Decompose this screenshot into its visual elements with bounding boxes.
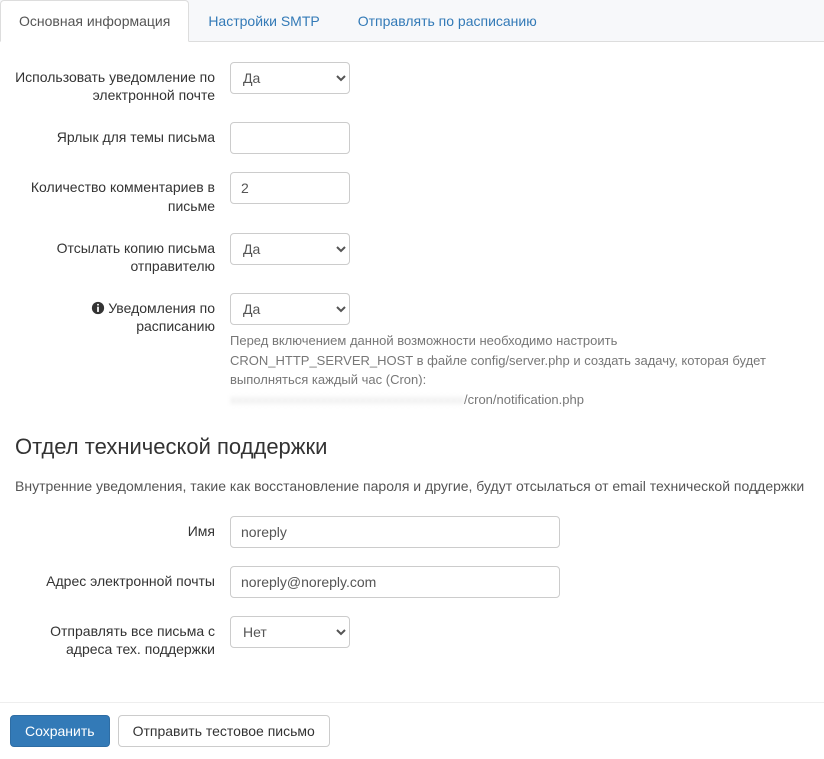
help-scheduled-tail: /cron/notification.php: [464, 392, 584, 407]
label-send-copy: Отсылать копию письма отправителю: [15, 233, 230, 275]
select-scheduled[interactable]: Да: [230, 293, 350, 325]
label-support-name: Имя: [15, 516, 230, 540]
send-test-button[interactable]: Отправить тестовое письмо: [118, 715, 330, 747]
info-icon: [91, 301, 105, 315]
input-support-email[interactable]: [230, 566, 560, 598]
input-comments-count[interactable]: [230, 172, 350, 204]
select-send-all-from-support[interactable]: Нет: [230, 616, 350, 648]
row-support-email: Адрес электронной почты: [15, 566, 809, 598]
help-scheduled: Перед включением данной возможности необ…: [230, 331, 790, 409]
label-comments-count: Количество комментариев в письме: [15, 172, 230, 214]
input-subject-prefix[interactable]: [230, 122, 350, 154]
tab-main-info[interactable]: Основная информация: [0, 0, 189, 42]
tabs-bar: Основная информация Настройки SMTP Отпра…: [0, 0, 824, 42]
row-support-name: Имя: [15, 516, 809, 548]
support-section-title: Отдел технической поддержки: [15, 434, 809, 460]
footer-bar: Сохранить Отправить тестовое письмо: [0, 702, 824, 759]
help-scheduled-line1: Перед включением данной возможности необ…: [230, 333, 766, 387]
label-scheduled: Уведомления по расписанию: [15, 293, 230, 335]
select-use-email-notification[interactable]: Да: [230, 62, 350, 94]
row-subject-prefix: Ярлык для темы письма: [15, 122, 809, 154]
form-panel: Использовать уведомление по электронной …: [0, 42, 824, 702]
support-section-desc: Внутренние уведомления, такие как восста…: [15, 478, 809, 494]
row-scheduled: Уведомления по расписанию Да Перед включ…: [15, 293, 809, 409]
row-send-all-from-support: Отправлять все письма с адреса тех. подд…: [15, 616, 809, 658]
row-use-email-notification: Использовать уведомление по электронной …: [15, 62, 809, 104]
label-support-email: Адрес электронной почты: [15, 566, 230, 590]
save-button[interactable]: Сохранить: [10, 715, 110, 747]
label-subject-prefix: Ярлык для темы письма: [15, 122, 230, 146]
label-send-all-from-support: Отправлять все письма с адреса тех. подд…: [15, 616, 230, 658]
tab-schedule-send[interactable]: Отправлять по расписанию: [339, 0, 556, 41]
tab-smtp-settings[interactable]: Настройки SMTP: [189, 0, 338, 41]
label-scheduled-text: Уведомления по расписанию: [108, 300, 215, 334]
label-use-email-notification: Использовать уведомление по электронной …: [15, 62, 230, 104]
row-send-copy: Отсылать копию письма отправителю Да: [15, 233, 809, 275]
select-send-copy[interactable]: Да: [230, 233, 350, 265]
help-scheduled-blurred: xxxxxxxxxxxxxxxxxxxxxxxxxxxxxxxxxxxx: [230, 392, 464, 407]
row-comments-count: Количество комментариев в письме: [15, 172, 809, 214]
input-support-name[interactable]: [230, 516, 560, 548]
